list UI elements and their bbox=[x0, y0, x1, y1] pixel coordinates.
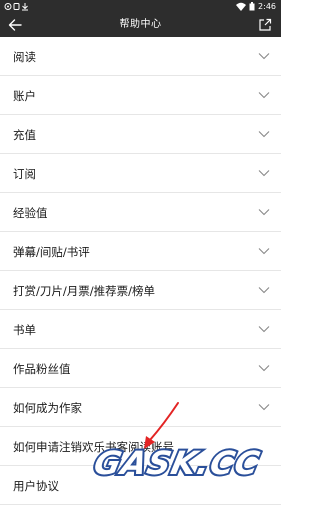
chevron-down-icon bbox=[258, 131, 270, 138]
chevron-down-icon bbox=[258, 170, 270, 177]
page-title: 帮助中心 bbox=[119, 19, 162, 30]
chevron-down-icon bbox=[258, 326, 270, 333]
share-icon bbox=[259, 18, 272, 31]
help-item-label: 打赏/刀片/月票/推荐票/榜单 bbox=[13, 284, 155, 298]
help-item-label: 充值 bbox=[13, 128, 36, 142]
help-item-account[interactable]: 账户 bbox=[0, 76, 281, 115]
help-item-label: 用户协议 bbox=[13, 479, 59, 493]
app-bar: 帮助中心 bbox=[0, 13, 281, 37]
help-item-danmaku[interactable]: 弹幕/间贴/书评 bbox=[0, 232, 281, 271]
help-item-label: 作品粉丝值 bbox=[13, 362, 71, 376]
help-item-become-writer[interactable]: 如何成为作家 bbox=[0, 388, 281, 427]
help-item-booklist[interactable]: 书单 bbox=[0, 310, 281, 349]
watermark-logo: GASK.CC bbox=[89, 442, 266, 484]
help-item-label: 如何成为作家 bbox=[13, 401, 82, 415]
battery-icon bbox=[249, 2, 255, 11]
chevron-down-icon bbox=[258, 92, 270, 99]
wifi-icon bbox=[236, 2, 247, 11]
help-item-subscribe[interactable]: 订阅 bbox=[0, 154, 281, 193]
help-item-label: 弹幕/间贴/书评 bbox=[13, 245, 90, 259]
status-bar: 2:46 bbox=[0, 0, 281, 13]
help-item-reading[interactable]: 阅读 bbox=[0, 37, 281, 76]
help-item-reward[interactable]: 打赏/刀片/月票/推荐票/榜单 bbox=[0, 271, 281, 310]
help-item-label: 账户 bbox=[13, 89, 36, 103]
status-left-icons bbox=[4, 0, 32, 13]
help-item-recharge[interactable]: 充值 bbox=[0, 115, 281, 154]
chevron-down-icon bbox=[258, 287, 270, 294]
chevron-down-icon bbox=[258, 209, 270, 216]
help-list: 阅读 账户 充值 订阅 经验值 弹幕/间贴/书评 打赏/刀片/月票/推荐票/榜单… bbox=[0, 37, 281, 505]
chevron-down-icon bbox=[258, 404, 270, 411]
chevron-down-icon bbox=[258, 53, 270, 60]
chevron-down-icon bbox=[258, 248, 270, 255]
notification-icons bbox=[4, 3, 28, 11]
chevron-down-icon bbox=[258, 365, 270, 372]
help-item-label: 阅读 bbox=[13, 50, 36, 64]
share-button[interactable] bbox=[256, 16, 274, 34]
help-item-label: 订阅 bbox=[13, 167, 36, 181]
clock-text: 2:46 bbox=[258, 2, 276, 11]
watermark-text: GASK.CC bbox=[91, 444, 264, 482]
help-item-experience[interactable]: 经验值 bbox=[0, 193, 281, 232]
status-right: 2:46 bbox=[236, 0, 276, 13]
help-item-label: 书单 bbox=[13, 323, 36, 337]
help-item-fan-value[interactable]: 作品粉丝值 bbox=[0, 349, 281, 388]
help-item-label: 经验值 bbox=[13, 206, 48, 220]
